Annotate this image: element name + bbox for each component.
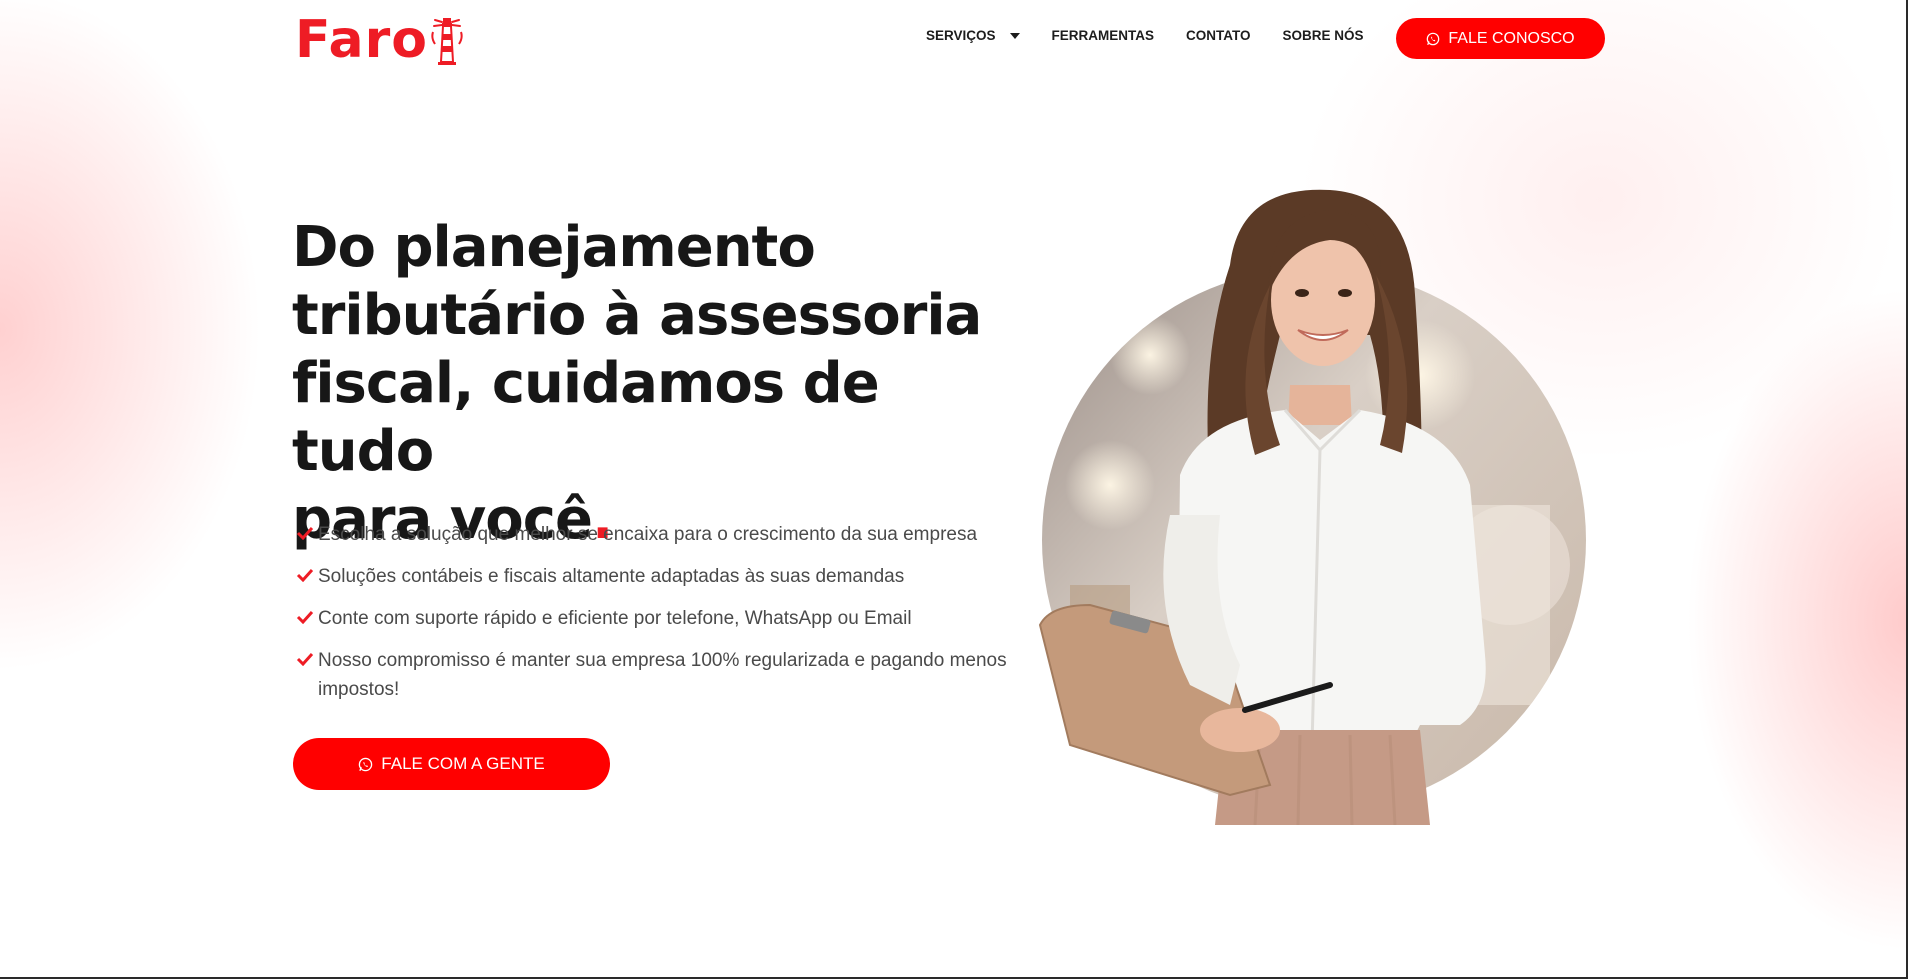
nav-item-label: SERVIÇOS	[926, 28, 996, 43]
list-item-text: Escolha a solução que melhor se encaixa …	[318, 524, 978, 545]
list-item-text: Conte com suporte rápido e eficiente por…	[318, 608, 912, 629]
list-item: Escolha a solução que melhor se encaixa …	[292, 520, 1012, 549]
list-item: Conte com suporte rápido e eficiente por…	[292, 604, 1012, 633]
hero-title: Do planejamento tributário à assessoria …	[292, 214, 1012, 554]
nav-item-contato[interactable]: CONTATO	[1186, 28, 1251, 43]
check-icon	[296, 526, 314, 540]
fale-com-a-gente-button[interactable]: FALE COM A GENTE	[293, 738, 610, 790]
whatsapp-icon	[359, 757, 373, 771]
nav-item-servicos[interactable]: SERVIÇOS	[926, 28, 1020, 43]
nav-item-sobre-nos[interactable]: SOBRE NÓS	[1283, 28, 1364, 43]
list-item: Soluções contábeis e fiscais altamente a…	[292, 562, 1012, 591]
hero-photo-woman-with-clipboard	[1038, 189, 1586, 825]
nav-item-label: SOBRE NÓS	[1282, 28, 1364, 43]
check-icon	[296, 568, 314, 582]
nav-item-label: FERRAMENTAS	[1051, 28, 1155, 43]
whatsapp-icon	[1427, 32, 1440, 45]
list-item-text: Soluções contábeis e fiscais altamente a…	[318, 566, 905, 587]
check-icon	[296, 652, 314, 666]
hero-title-line: tributário à assessoria	[292, 283, 982, 348]
page: Faro SERVIÇOS FERRAMENTAS CONTATO SOBRE …	[0, 0, 1908, 979]
check-icon	[296, 610, 314, 624]
nav-item-ferramentas[interactable]: FERRAMENTAS	[1052, 28, 1155, 43]
lighthouse-icon	[431, 18, 463, 65]
list-item: Nosso compromisso é manter sua empresa 1…	[292, 646, 1012, 704]
benefits-list: Escolha a solução que melhor se encaixa …	[292, 520, 1012, 717]
hero-title-line: fiscal, cuidamos de tudo	[292, 351, 880, 484]
fale-conosco-button[interactable]: FALE CONOSCO	[1396, 18, 1605, 59]
fale-com-a-gente-label: FALE COM A GENTE	[381, 754, 545, 773]
logo[interactable]: Faro	[295, 12, 464, 68]
nav-item-label: CONTATO	[1186, 28, 1251, 43]
hero-title-line: Do planejamento	[292, 215, 816, 280]
logo-text: Faro	[295, 10, 428, 70]
caret-down-icon	[1009, 32, 1020, 39]
list-item-text: Nosso compromisso é manter sua empresa 1…	[318, 650, 1007, 700]
main-nav: SERVIÇOS FERRAMENTAS CONTATO SOBRE NÓS	[926, 28, 1396, 43]
fale-conosco-label: FALE CONOSCO	[1448, 29, 1575, 47]
